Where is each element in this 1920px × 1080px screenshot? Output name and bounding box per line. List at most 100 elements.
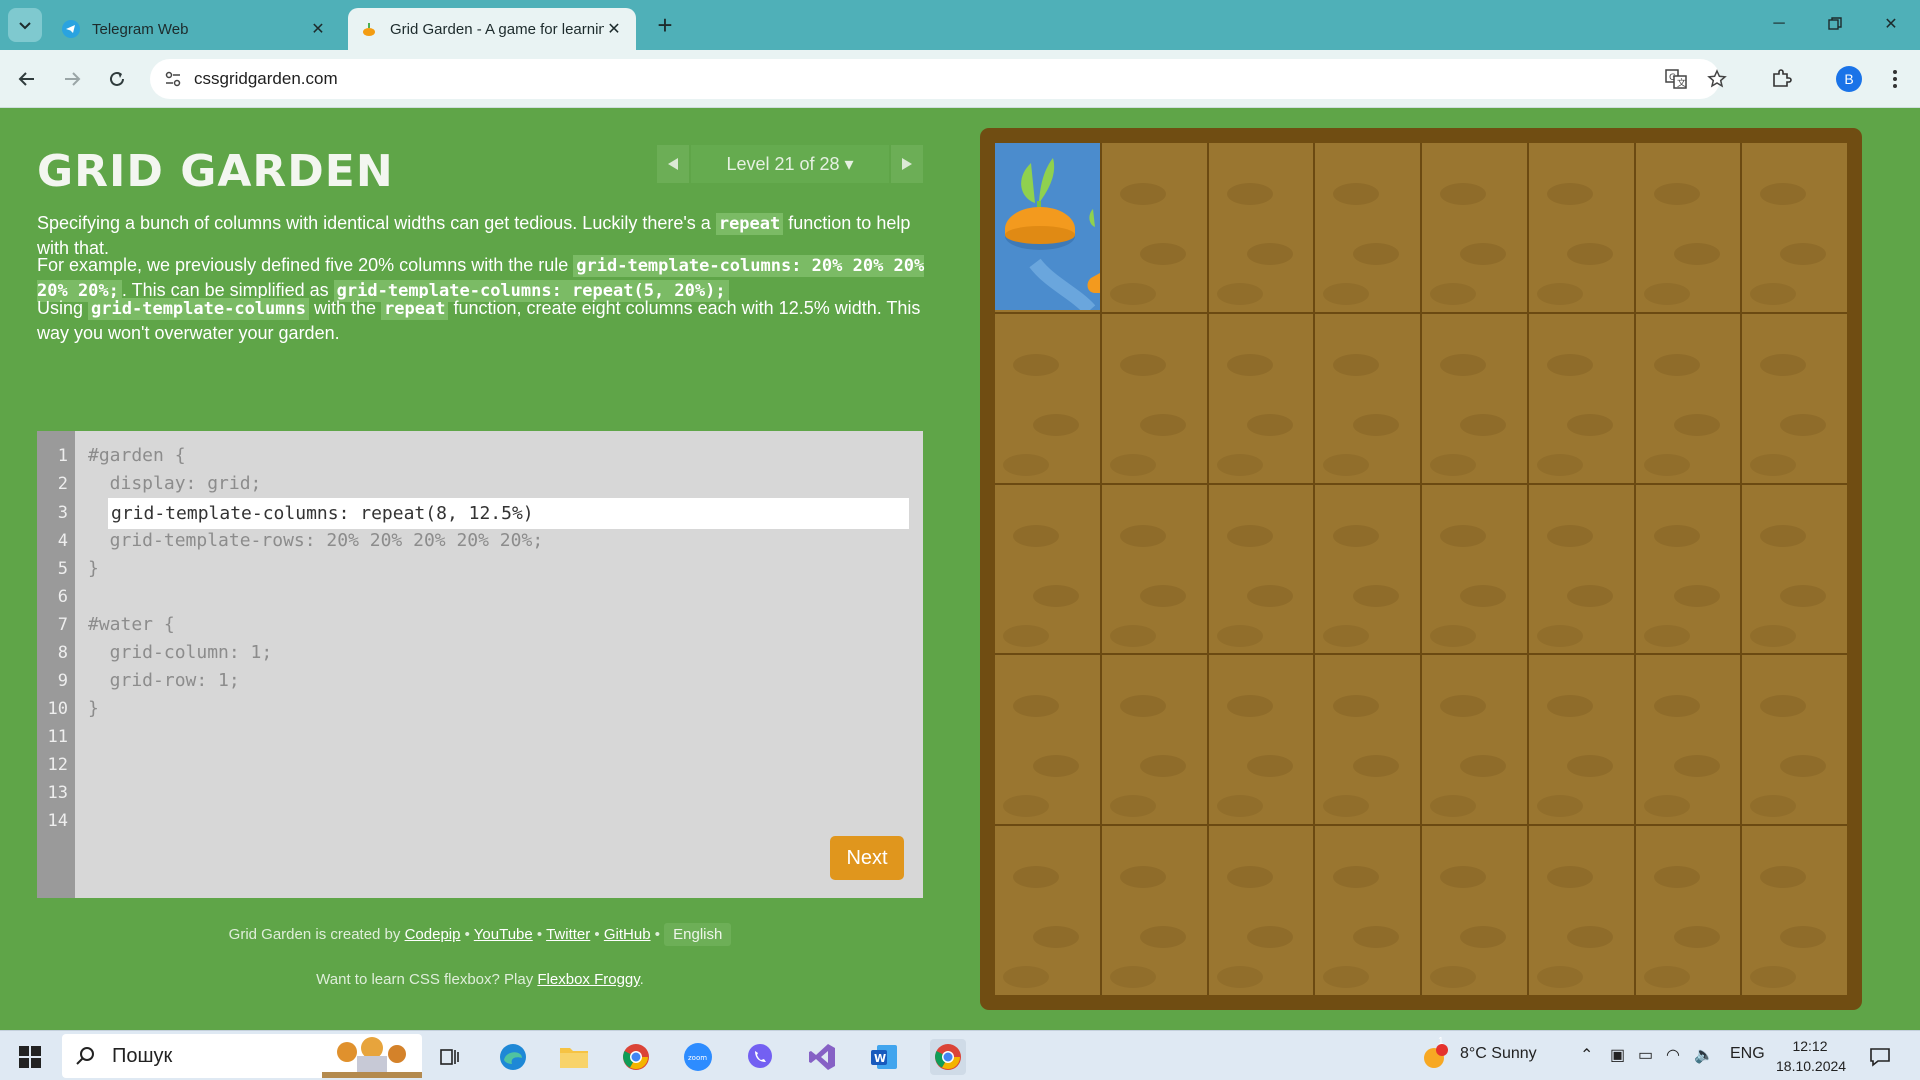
reload-button[interactable] — [100, 62, 134, 96]
start-button[interactable] — [12, 1039, 48, 1075]
volume-icon[interactable]: 🔈 — [1694, 1045, 1714, 1065]
line-number: 7 — [57, 615, 68, 635]
soil-cell — [1315, 143, 1420, 312]
garden-grid — [995, 143, 1847, 995]
taskbar-search[interactable]: Пошук — [62, 1034, 422, 1078]
chrome-taskbar-button[interactable] — [618, 1039, 654, 1075]
line-number: 3 — [57, 503, 68, 523]
battery-icon[interactable]: ▭ — [1638, 1045, 1653, 1065]
clock-time: 12:12 — [1792, 1038, 1828, 1054]
chevron-up-icon[interactable]: ⌃ — [1580, 1045, 1593, 1065]
word-icon: W — [871, 1045, 897, 1069]
soil-cell — [1422, 143, 1527, 312]
site-settings-icon[interactable] — [164, 70, 182, 88]
forward-button[interactable] — [55, 62, 89, 96]
profile-avatar[interactable]: B — [1836, 66, 1862, 92]
svg-text:zoom: zoom — [688, 1054, 707, 1062]
file-explorer-taskbar-button[interactable] — [556, 1039, 592, 1075]
codepip-link[interactable]: Codepip — [405, 926, 461, 943]
youtube-link[interactable]: YouTube — [474, 926, 533, 943]
line-number: 12 — [47, 755, 68, 775]
soil-cell — [1208, 655, 1314, 825]
instructions-paragraph-3: Using grid-template-columns with the rep… — [37, 296, 927, 345]
water-stream-icon — [1005, 158, 1100, 310]
separator: • — [590, 926, 604, 943]
soil-cell — [1742, 143, 1847, 312]
github-link[interactable]: GitHub — [604, 926, 651, 943]
chrome-active-taskbar-button[interactable] — [930, 1039, 966, 1075]
soil-cell — [1422, 484, 1527, 654]
instruction-text: For example, we previously defined five … — [37, 255, 569, 275]
address-bar[interactable]: cssgridgarden.com — [150, 59, 1720, 99]
line-number: 5 — [57, 559, 68, 579]
tab-grid-garden[interactable]: Grid Garden - A game for learning CSS gr… — [348, 8, 636, 50]
edge-icon — [500, 1044, 526, 1070]
weather-text[interactable]: 8°C Sunny — [1460, 1045, 1537, 1063]
soil-cell — [1208, 313, 1314, 483]
tab-telegram[interactable]: Telegram Web ✕ — [50, 8, 340, 50]
previous-level-button[interactable] — [657, 145, 689, 183]
word-taskbar-button[interactable]: W — [866, 1039, 902, 1075]
promo-text: Want to learn CSS flexbox? Play — [316, 971, 534, 988]
close-icon[interactable]: ✕ — [308, 19, 328, 39]
soil-cell — [1635, 826, 1741, 995]
soil-cell — [1315, 826, 1420, 995]
zoom-taskbar-button[interactable]: zoom — [680, 1039, 716, 1075]
code-line: grid-column: 1; — [88, 642, 273, 663]
task-view-button[interactable] — [432, 1039, 468, 1075]
close-icon[interactable]: ✕ — [604, 19, 624, 39]
visual-studio-taskbar-button[interactable] — [804, 1039, 840, 1075]
language-selector[interactable]: English — [664, 923, 732, 946]
task-view-icon — [440, 1049, 459, 1065]
arrow-left-icon — [18, 72, 34, 86]
chevron-down-icon — [19, 22, 31, 30]
wifi-icon[interactable]: ◠ — [1666, 1045, 1680, 1065]
soil-cell — [1101, 484, 1207, 654]
edge-taskbar-button[interactable] — [495, 1039, 531, 1075]
restore-button[interactable] — [1812, 8, 1858, 40]
star-icon — [1707, 69, 1727, 88]
notifications-button[interactable] — [1862, 1039, 1898, 1075]
css-answer-input[interactable] — [108, 498, 909, 529]
input-language[interactable]: ENG — [1730, 1045, 1765, 1063]
soil-cell — [1528, 655, 1634, 825]
viber-taskbar-button[interactable] — [742, 1039, 778, 1075]
next-button[interactable]: Next — [830, 836, 904, 880]
browser-menu-button[interactable] — [1878, 59, 1912, 99]
search-placeholder: Пошук — [112, 1044, 173, 1067]
weather-widget-icon-button[interactable] — [1418, 1039, 1454, 1075]
soil-cell — [995, 655, 1100, 825]
minimize-button[interactable]: ─ — [1756, 8, 1802, 40]
next-level-button[interactable] — [891, 145, 923, 183]
soil-cell — [1528, 484, 1634, 654]
credits-text: Grid Garden is created by — [228, 926, 401, 943]
back-button[interactable] — [10, 62, 44, 96]
translate-button[interactable]: G文 — [1659, 59, 1693, 99]
line-number: 1 — [57, 446, 68, 466]
soil-cell — [1742, 313, 1847, 483]
twitter-link[interactable]: Twitter — [546, 926, 590, 943]
tab-search-button[interactable] — [8, 8, 42, 42]
css-editor: 1 2 3 4 5 6 7 8 9 10 11 12 13 14 #garden… — [37, 431, 923, 898]
close-window-button[interactable]: ✕ — [1868, 8, 1914, 40]
extensions-button[interactable] — [1764, 59, 1798, 99]
line-number: 14 — [47, 811, 68, 831]
code-snippet: grid-template-columns — [88, 298, 309, 320]
soil-cell — [995, 826, 1100, 995]
visual-studio-icon — [809, 1044, 835, 1070]
windows-taskbar: Пошук zoom W 1 8°C Sunny ⌃ ▣ ▭ ◠ 🔈 ENG 1… — [0, 1030, 1920, 1080]
search-highlight-illustration-icon — [322, 1037, 422, 1078]
soil-cell — [995, 313, 1100, 483]
bookmark-button[interactable] — [1700, 59, 1734, 99]
code-line: display: grid; — [88, 473, 262, 494]
soil-cell — [1315, 313, 1420, 483]
level-indicator[interactable]: Level 21 of 28 ▾ — [691, 145, 889, 183]
meet-now-icon[interactable]: ▣ — [1610, 1045, 1625, 1065]
soil-cell — [1742, 826, 1847, 995]
soil-cell — [1635, 143, 1741, 312]
system-clock[interactable]: 12:12 18.10.2024 — [1776, 1036, 1846, 1076]
flexbox-froggy-link[interactable]: Flexbox Froggy — [537, 971, 639, 988]
soil-cell — [1742, 655, 1847, 825]
code-line: grid-template-rows: 20% 20% 20% 20% 20%; — [88, 530, 544, 551]
new-tab-button[interactable]: + — [650, 10, 680, 40]
